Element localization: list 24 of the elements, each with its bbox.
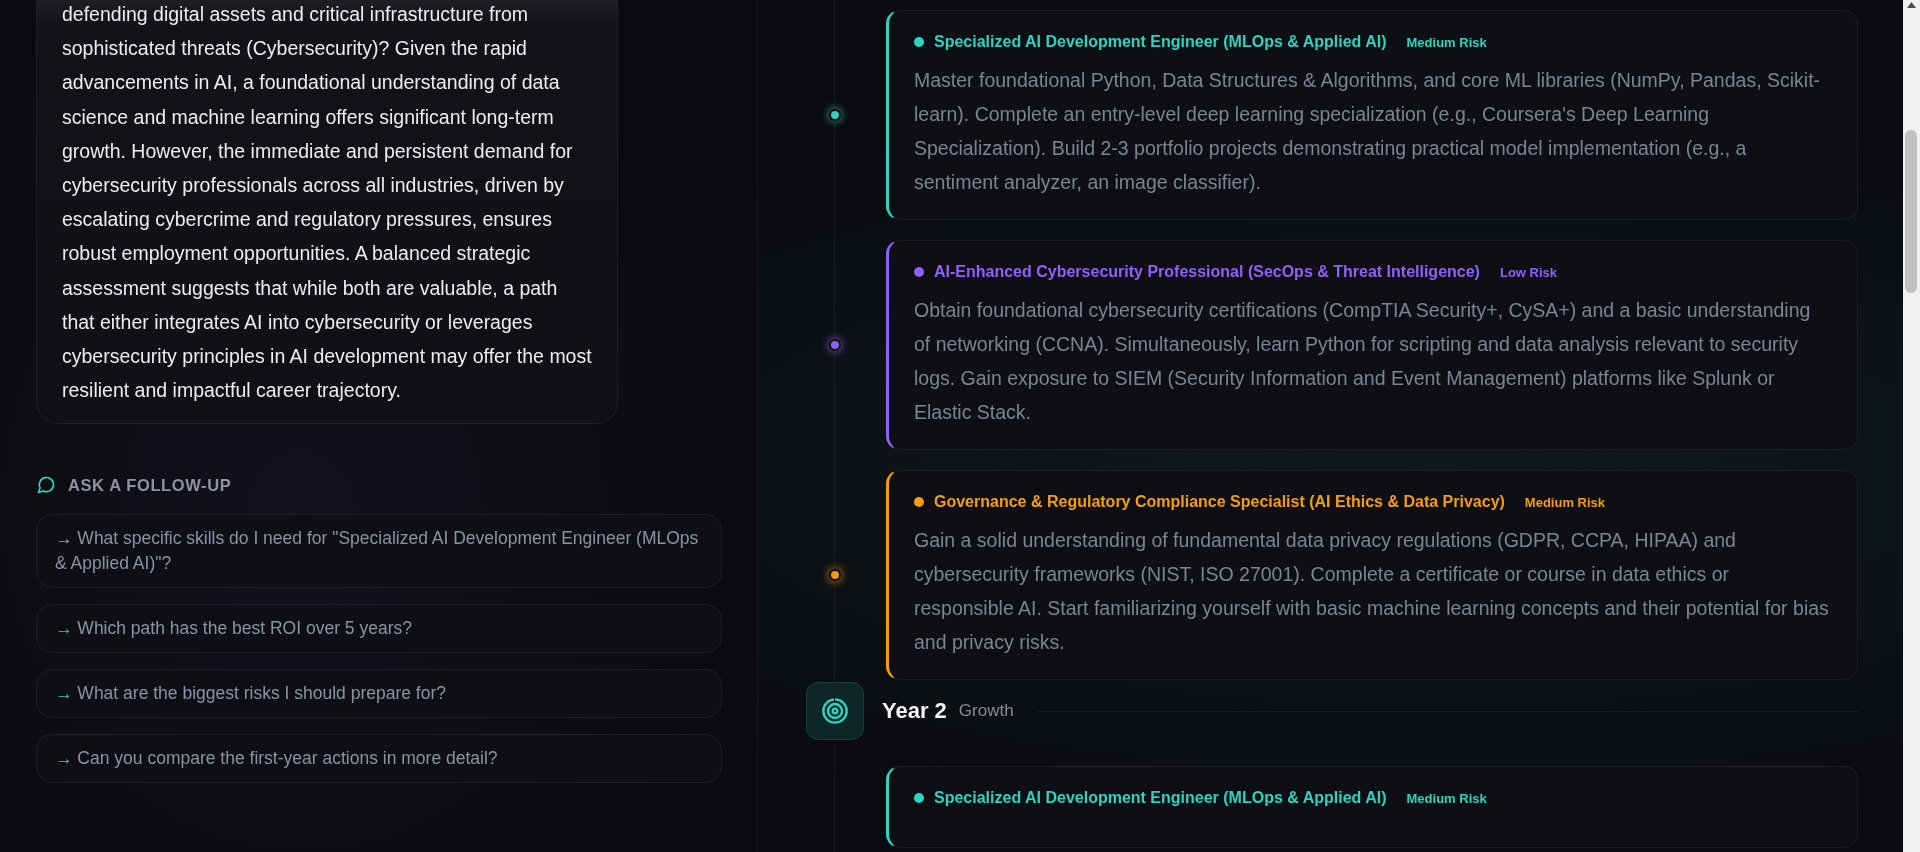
path-description: Obtain foundational cybersecurity certifications (CompTIA Security+, CySA+) and a basic understanding of networking (CCNA). Simultaneously, learn Python for scripting and data analysis relevant to security logs. Gain exposure to SIEM (Security Information and Event Management) platforms like Splunk or Elastic Stack. bbox=[914, 298, 1812, 425]
scrollbar[interactable] bbox=[1903, 0, 1920, 852]
suggestion-button[interactable]: → What are the biggest risks I should prepare for? bbox=[36, 669, 722, 719]
year-subtitle: Growth bbox=[958, 701, 1014, 721]
path-title: AI-Enhanced Cybersecurity Professional (SecOps & Threat Intelligence) bbox=[934, 263, 1480, 281]
path-description: Gain a solid understanding of fundamental data privacy regulations (GDPR, CCPA, HIPAA) and cybersecurity frameworks (NIST, ISO 27001). Complete a certificate or course in data ethics or responsible AI. Start familiarizing yourself with basic machine learning concepts and their potential for bias and privacy risks. bbox=[914, 528, 1830, 655]
summary-text: defending digital assets and critical infrastructure from sophisticated threats (Cybersecurity)? Given the rapid advancements in AI, a foundational understanding of data science and machine learning offers significant long-term growth. However, the immediate and persistent demand for cybersecurity professionals across all industries, driven by escalating cybercrime and regulatory pressures, ensures robust employment opportunities. A balanced strategic assessment suggests that while both are valuable, a path that either integrates AI into cybersecurity or leverages cybersecurity principles in AI development may offer the most resilient and impactful career trajectory. bbox=[62, 2, 593, 404]
suggestion-button[interactable]: → Which path has the best ROI over 5 years? bbox=[36, 604, 722, 654]
scroll-up-icon[interactable] bbox=[1907, 2, 1916, 8]
section-heading: ASK A FOLLOW-UP bbox=[68, 475, 232, 495]
path-title: Specialized AI Development Engineer (MLOps & Applied AI) bbox=[934, 789, 1387, 807]
risk-label: Medium Risk bbox=[1524, 494, 1606, 510]
year-label: Year 2 bbox=[882, 698, 947, 724]
scrollbar-thumb[interactable] bbox=[1905, 130, 1917, 293]
risk-label: Medium Risk bbox=[1406, 34, 1487, 50]
path-title: Specialized AI Development Engineer (MLOps & Applied AI) bbox=[934, 33, 1387, 51]
chat-bubble-icon bbox=[36, 475, 56, 496]
target-icon bbox=[821, 697, 849, 725]
risk-label: Medium Risk bbox=[1406, 790, 1487, 806]
path-title: Governance & Regulatory Compliance Specialist (AI Ethics & Data Privacy) bbox=[934, 493, 1505, 511]
suggestion-button[interactable]: → Can you compare the first-year actions in more detail? bbox=[36, 734, 722, 784]
risk-label: Low Risk bbox=[1499, 264, 1557, 280]
suggestion-button[interactable]: → What specific skills do I need for "Specialized AI Development Engineer (MLOps & Applied AI)"? bbox=[36, 514, 722, 589]
path-description: Master foundational Python, Data Structures & Algorithms, and core ML libraries (NumPy, Pandas, Scikit-learn). Complete an entry-level deep learning specialization (e.g., Coursera's Deep Learning Specialization). Build 2-3 portfolio projects demonstrating practical model implementation (e.g., a sentiment analyzer, an image classifier). bbox=[914, 68, 1822, 195]
